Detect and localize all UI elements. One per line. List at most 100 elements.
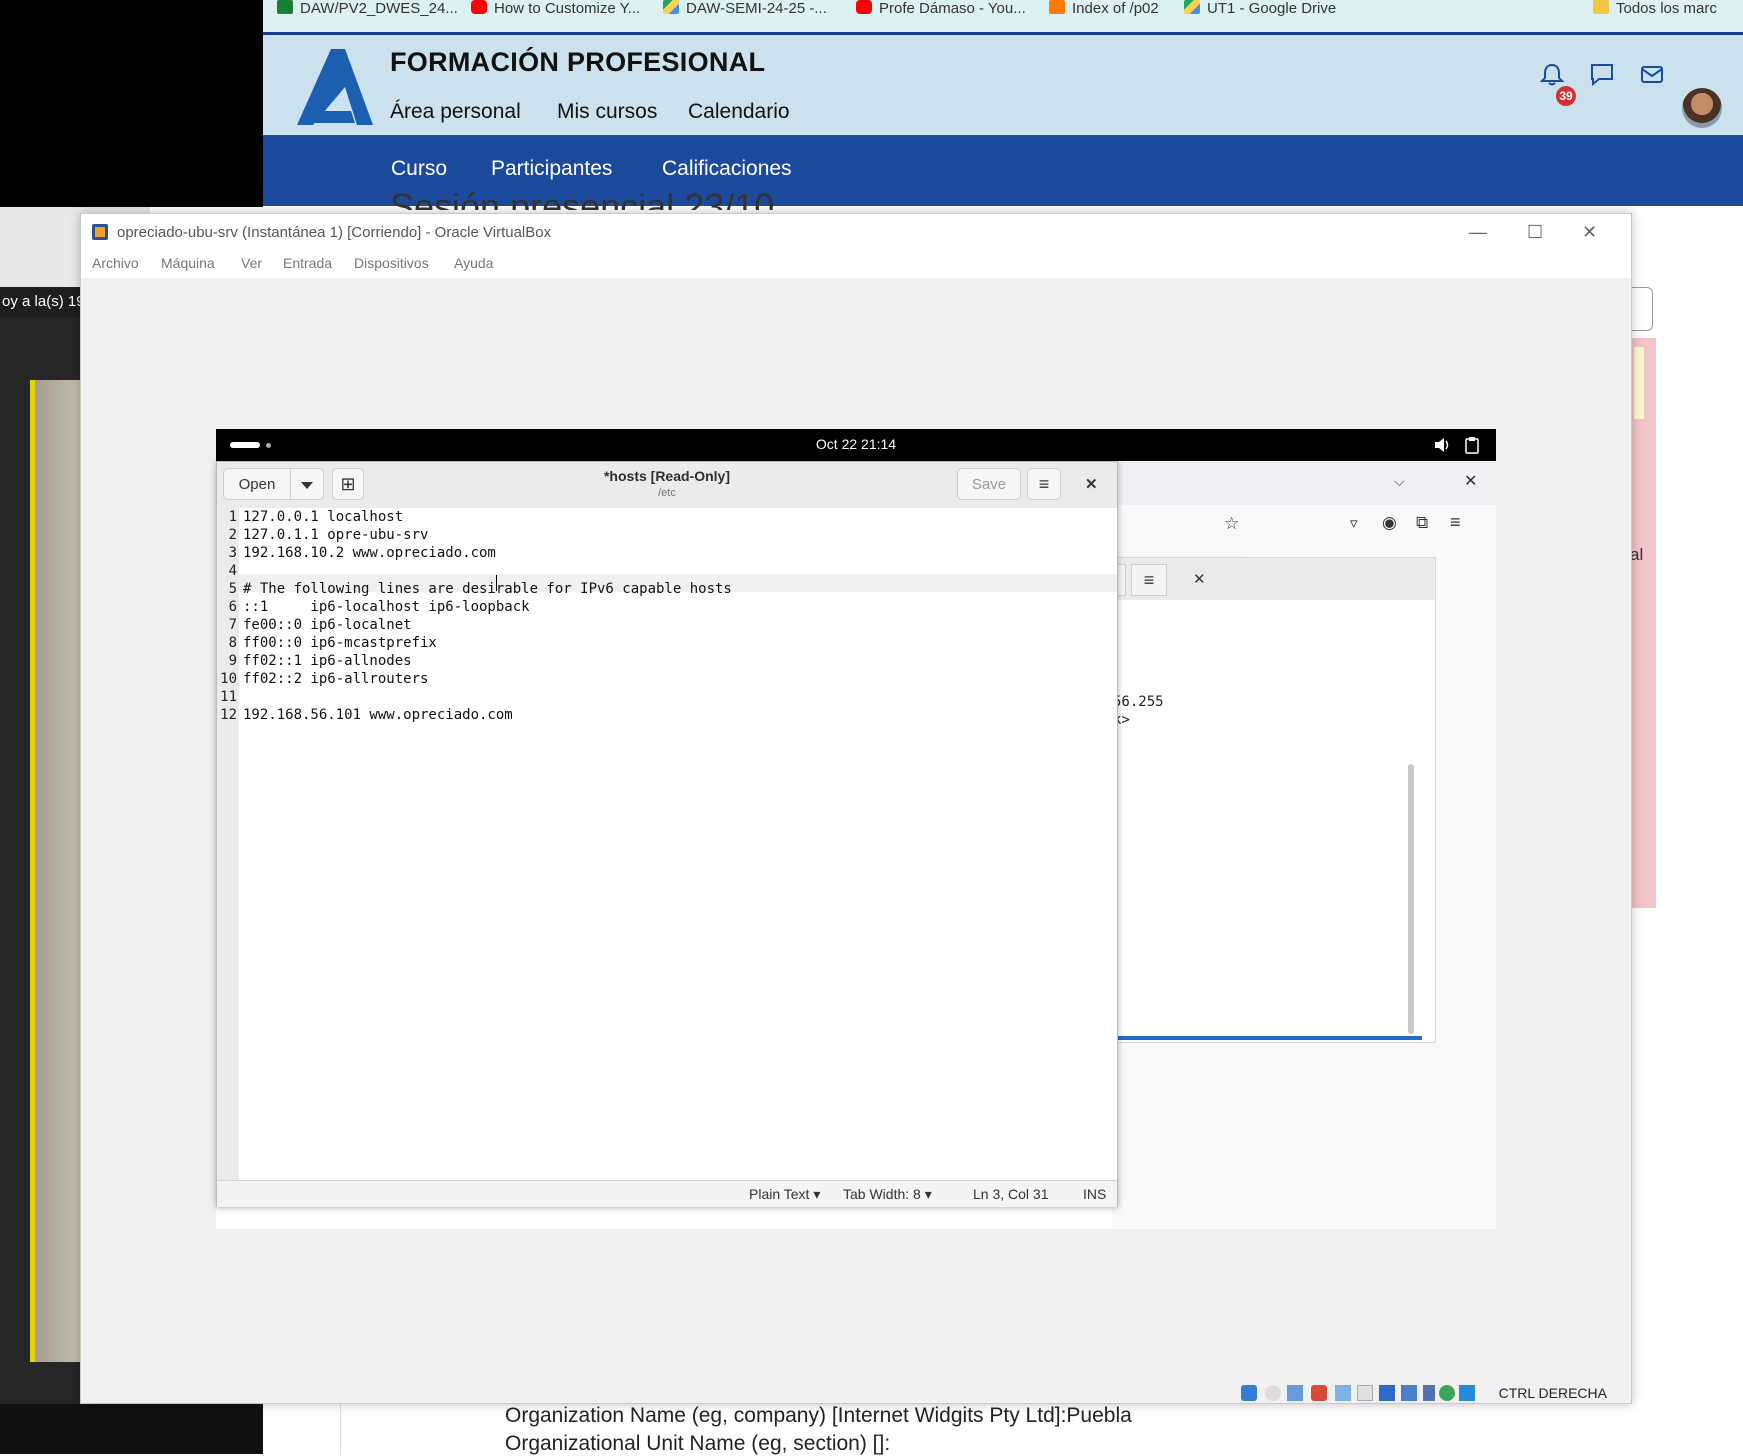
network-icon[interactable] bbox=[1311, 1385, 1327, 1401]
line-number: 5 bbox=[228, 581, 237, 597]
menu-icon[interactable]: ≡ bbox=[1450, 512, 1461, 533]
tab-width-selector[interactable]: Tab Width: 8 ▾ bbox=[843, 1186, 932, 1203]
extensions-icon[interactable]: ⧉ bbox=[1416, 513, 1428, 533]
nav-calendario[interactable]: Calendario bbox=[688, 100, 790, 124]
line-number-gutter: 1 2 3 4 5 6 7 8 9 10 11 12 bbox=[217, 508, 239, 1180]
code-line[interactable]: ff00::0 ip6-mcastprefix bbox=[243, 634, 437, 652]
insert-mode[interactable]: INS bbox=[1083, 1186, 1106, 1202]
menu-ver[interactable]: Ver bbox=[241, 255, 262, 271]
save-button[interactable]: Save bbox=[957, 468, 1021, 500]
recording-icon[interactable] bbox=[1401, 1385, 1417, 1401]
cpu-icon[interactable] bbox=[1423, 1385, 1435, 1401]
terminal-scrollbar[interactable] bbox=[1408, 764, 1414, 1034]
volume-icon[interactable] bbox=[1434, 437, 1452, 453]
youtube-icon bbox=[856, 0, 872, 14]
language-selector[interactable]: Plain Text ▾ bbox=[749, 1186, 820, 1203]
firefox-toolbar: ☆ ▿ ◉ ⧉ ≡ bbox=[1112, 505, 1496, 582]
tab-calificaciones[interactable]: Calificaciones bbox=[662, 157, 792, 181]
code-line[interactable]: 127.0.1.1 opre-ubu-srv bbox=[243, 526, 428, 544]
menubar: Archivo Máquina Ver Entrada Dispositivos… bbox=[81, 250, 1631, 278]
guest-screen: Oct 22 21:14 ⌵ ✕ ☆ ▿ ◉ ⧉ ≡ ≡ ✕ 56.255 k>… bbox=[216, 429, 1496, 1229]
bookmark-item[interactable]: UT1 - Google Drive bbox=[1184, 0, 1336, 17]
account-icon[interactable]: ◉ bbox=[1382, 513, 1397, 533]
pocket-icon[interactable]: ▿ bbox=[1350, 514, 1358, 532]
display-icon[interactable] bbox=[1379, 1385, 1395, 1401]
hard-disk-icon[interactable] bbox=[1241, 1385, 1257, 1401]
maximize-button[interactable]: ☐ bbox=[1527, 222, 1543, 243]
caret-down-icon: ▾ bbox=[813, 1186, 821, 1202]
site-logo[interactable] bbox=[295, 47, 375, 127]
tab-width-label: Tab Width: 8 bbox=[843, 1186, 921, 1202]
usb-icon[interactable] bbox=[1335, 1385, 1351, 1401]
notification-badge: 39 bbox=[1556, 86, 1576, 106]
bookmark-item[interactable]: Profe Dámaso - You... bbox=[856, 0, 1026, 17]
bookmark-item[interactable]: How to Customize Y... bbox=[471, 0, 641, 17]
page-text-line: Organizational Unit Name (eg, section) [… bbox=[505, 1432, 891, 1455]
code-line[interactable]: 192.168.56.101 www.opreciado.com bbox=[243, 706, 513, 724]
hamburger-menu-icon[interactable]: ≡ bbox=[1027, 468, 1061, 500]
minimize-button[interactable]: — bbox=[1469, 222, 1487, 243]
bookmark-star-icon[interactable]: ☆ bbox=[1224, 514, 1239, 534]
page-text-line: Organization Name (eg, company) [Interne… bbox=[505, 1404, 1132, 1427]
tab-curso[interactable]: Curso bbox=[391, 157, 447, 181]
menu-ayuda[interactable]: Ayuda bbox=[454, 255, 493, 271]
window-title: opreciado-ubu-srv (Instantánea 1) [Corri… bbox=[117, 224, 552, 241]
menu-archivo[interactable]: Archivo bbox=[92, 255, 139, 271]
user-avatar[interactable] bbox=[1682, 88, 1722, 128]
bookmark-label: Index of /p02 bbox=[1072, 0, 1159, 17]
host-key-label: CTRL DERECHA bbox=[1498, 1385, 1607, 1401]
nav-area-personal[interactable]: Área personal bbox=[390, 100, 521, 124]
bookmark-item[interactable]: DAW/PV2_DWES_24... bbox=[277, 0, 458, 17]
code-line[interactable]: ::1 ip6-localhost ip6-loopback bbox=[243, 598, 530, 616]
virtualbox-icon bbox=[92, 224, 108, 240]
code-line[interactable]: ff02::2 ip6-allrouters bbox=[243, 670, 428, 688]
bookmark-label: How to Customize Y... bbox=[494, 0, 641, 17]
clipboard-icon[interactable] bbox=[1464, 436, 1480, 454]
menu-dispositivos[interactable]: Dispositivos bbox=[354, 255, 429, 271]
chat-icon[interactable] bbox=[1589, 62, 1615, 86]
chevron-down-icon[interactable]: ⌵ bbox=[1394, 473, 1405, 490]
virtualization-icon[interactable] bbox=[1439, 1385, 1455, 1401]
optical-drive-icon[interactable] bbox=[1265, 1385, 1281, 1401]
code-line[interactable]: # The following lines are desirable for … bbox=[243, 580, 732, 598]
bookmark-item[interactable]: DAW-SEMI-24-25 -... bbox=[663, 0, 827, 17]
close-icon[interactable]: ✕ bbox=[1464, 471, 1477, 491]
code-line[interactable]: 192.168.10.2 www.opreciado.com bbox=[243, 544, 496, 562]
hamburger-menu-icon[interactable]: ≡ bbox=[1131, 564, 1167, 596]
bookmark-item[interactable]: Todos los marc bbox=[1593, 0, 1717, 17]
bookmark-item[interactable]: Index of /p02 bbox=[1049, 0, 1159, 17]
site-title: FORMACIÓN PROFESIONAL bbox=[390, 47, 766, 77]
mouse-integration-icon[interactable] bbox=[1459, 1385, 1475, 1401]
nav-mis-cursos[interactable]: Mis cursos bbox=[557, 100, 657, 124]
close-button[interactable]: ✕ bbox=[1582, 222, 1597, 243]
gedit-window: Open ⊞ *hosts [Read-Only] /etc Save ≡ ✕ … bbox=[216, 461, 1118, 1207]
menu-entrada[interactable]: Entrada bbox=[283, 255, 332, 271]
line-number: 1 bbox=[228, 509, 237, 525]
folder-icon bbox=[1593, 0, 1609, 14]
tab-participantes[interactable]: Participantes bbox=[491, 157, 612, 181]
line-number: 12 bbox=[220, 707, 237, 723]
code-line[interactable]: 127.0.0.1 localhost bbox=[243, 508, 403, 526]
line-number: 9 bbox=[228, 653, 237, 669]
window-titlebar[interactable]: opreciado-ubu-srv (Instantánea 1) [Corri… bbox=[81, 214, 1631, 250]
bookmark-label: Profe Dámaso - You... bbox=[879, 0, 1026, 17]
terminal-window: ≡ ✕ 56.255 k> bbox=[1112, 557, 1436, 1043]
mail-icon[interactable] bbox=[1639, 62, 1665, 86]
audio-icon[interactable] bbox=[1287, 1385, 1303, 1401]
page-title: Sesión presencial 23/10 bbox=[390, 186, 775, 210]
firefox-tabbar: ⌵ ✕ bbox=[1112, 461, 1496, 505]
bookmark-label: DAW/PV2_DWES_24... bbox=[300, 0, 458, 17]
cursor-position[interactable]: Ln 3, Col 31 bbox=[973, 1186, 1049, 1202]
shared-folders-icon[interactable] bbox=[1357, 1385, 1373, 1401]
close-icon[interactable]: ✕ bbox=[1085, 475, 1098, 493]
caret-down-icon: ▾ bbox=[924, 1186, 932, 1202]
menu-maquina[interactable]: Máquina bbox=[161, 255, 215, 271]
clock[interactable]: Oct 22 21:14 bbox=[216, 436, 1496, 452]
line-number: 8 bbox=[228, 635, 237, 651]
close-icon[interactable]: ✕ bbox=[1193, 570, 1206, 588]
bell-icon[interactable] bbox=[1539, 62, 1565, 86]
code-line[interactable]: ff02::1 ip6-allnodes bbox=[243, 652, 412, 670]
background-photo bbox=[30, 380, 85, 1362]
gedit-headerbar[interactable]: Open ⊞ *hosts [Read-Only] /etc Save ≡ ✕ bbox=[217, 462, 1117, 509]
code-line[interactable]: fe00::0 ip6-localnet bbox=[243, 616, 412, 634]
